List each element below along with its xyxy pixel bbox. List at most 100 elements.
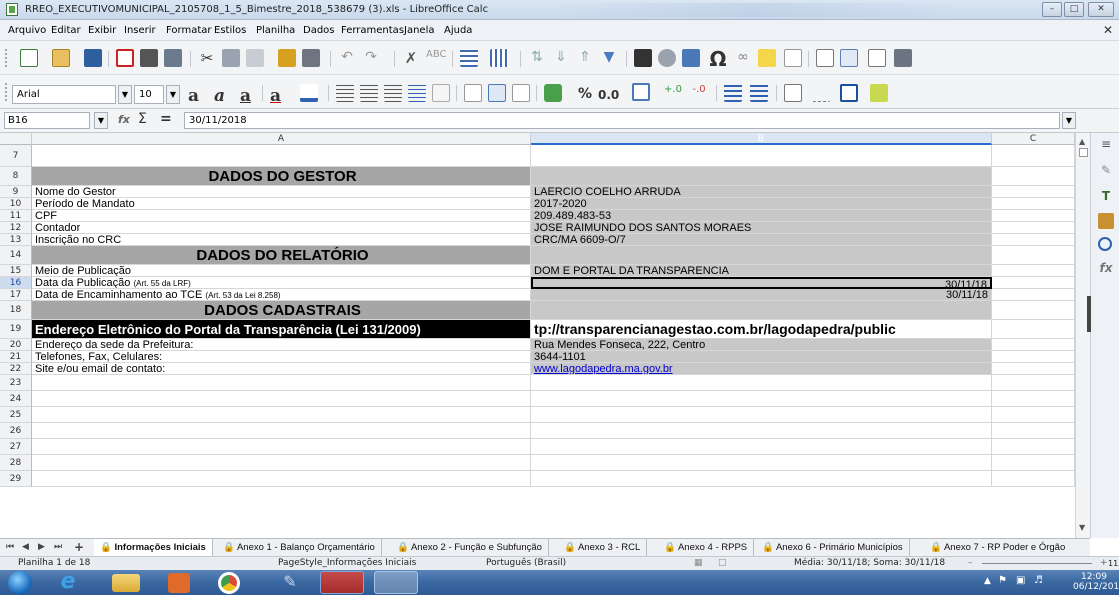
scroll-down-icon[interactable]: ▼ (1079, 523, 1085, 532)
cell-a[interactable]: DADOS DO RELATÓRIO (32, 246, 531, 265)
copy-icon[interactable] (222, 49, 240, 67)
last-sheet-icon[interactable]: ⏭ (54, 542, 62, 552)
cell-b[interactable] (531, 423, 992, 439)
cell-a[interactable]: Data de Encaminhamento ao TCE (Art. 53 d… (32, 289, 531, 301)
menu-estilos[interactable]: Estilos (214, 25, 246, 36)
prev-sheet-icon[interactable]: ◀ (22, 542, 29, 552)
cell-b[interactable] (531, 407, 992, 423)
add-sheet-icon[interactable]: + (74, 540, 84, 554)
row-header[interactable]: 7 (0, 145, 32, 167)
row-header[interactable]: 29 (0, 471, 32, 487)
split-window-icon[interactable] (868, 49, 886, 67)
background-color-icon[interactable] (300, 84, 318, 102)
row-header[interactable]: 25 (0, 407, 32, 423)
scroll-up-icon[interactable]: ▲ (1079, 137, 1085, 146)
cell-a[interactable]: Telefones, Fax, Celulares: (32, 351, 531, 363)
row-header[interactable]: 8 (0, 167, 32, 186)
cell-c[interactable] (992, 289, 1075, 301)
sidebar-tools-icon[interactable]: ✎ (1098, 163, 1114, 179)
file-explorer-icon[interactable] (112, 574, 140, 592)
cell-c[interactable] (992, 471, 1075, 487)
row-header[interactable]: 23 (0, 375, 32, 391)
sidebar-menu-icon[interactable]: ≡ (1098, 137, 1114, 153)
align-top-icon[interactable] (464, 84, 482, 102)
zoom-in-icon[interactable]: + (1100, 558, 1108, 568)
row-header[interactable]: 11 (0, 210, 32, 222)
cell-b[interactable]: DOM E PORTAL DA TRANSPARENCIA (531, 265, 992, 277)
cell-c[interactable] (992, 222, 1075, 234)
sheet-tab-anexo-2[interactable]: 🔒 Anexo 2 - Função e Subfunção (391, 539, 549, 556)
scroll-thumb[interactable] (1079, 148, 1088, 157)
row-header[interactable]: 19 (0, 320, 32, 339)
selection-mode-icon[interactable]: ▦ (694, 558, 703, 568)
column-header-b[interactable]: B (531, 133, 992, 145)
show-draw-functions-icon[interactable] (894, 49, 912, 67)
menu-editar[interactable]: Editar (51, 25, 81, 36)
cell-b[interactable]: 2017-2020 (531, 198, 992, 210)
cell-b[interactable] (531, 391, 992, 407)
cell-b[interactable]: tp://transparencianagestao.com.br/lagoda… (531, 320, 992, 339)
chrome-icon[interactable] (218, 572, 240, 594)
print-icon[interactable] (140, 49, 158, 67)
cell-a[interactable] (32, 375, 531, 391)
cell-c[interactable] (992, 363, 1075, 375)
special-character-icon[interactable]: Ω (708, 47, 728, 71)
cell-c[interactable] (992, 391, 1075, 407)
name-box-dropdown-icon[interactable]: ▼ (94, 112, 108, 129)
hyperlink-icon[interactable]: ∞ (734, 49, 752, 67)
minimize-button[interactable]: – (1042, 2, 1062, 17)
cell-b[interactable]: 209.489.483-53 (531, 210, 992, 222)
font-color-icon[interactable]: a (270, 86, 281, 106)
cell-c[interactable] (992, 439, 1075, 455)
font-size-box[interactable]: 10 (134, 85, 164, 104)
row-header[interactable]: 14 (0, 246, 32, 265)
cell-b[interactable] (531, 167, 992, 186)
cell-a[interactable]: Nome do Gestor (32, 186, 531, 198)
align-right-icon[interactable] (384, 84, 402, 102)
add-decimal-place-icon[interactable]: +.0 (664, 84, 682, 102)
cell-c[interactable] (992, 351, 1075, 363)
cell-c[interactable] (992, 265, 1075, 277)
sum-icon[interactable]: Σ (138, 111, 147, 127)
font-name-box[interactable]: Arial (12, 85, 116, 104)
redo-icon[interactable]: ↷ (362, 49, 380, 67)
cell-c[interactable] (992, 234, 1075, 246)
cell-a[interactable] (32, 439, 531, 455)
headers-footers-icon[interactable] (784, 49, 802, 67)
row-header[interactable]: 20 (0, 339, 32, 351)
cell-b[interactable] (531, 375, 992, 391)
cell-b[interactable]: CRC/MA 6609-O/7 (531, 234, 992, 246)
cell-a[interactable] (32, 455, 531, 471)
row-header[interactable]: 12 (0, 222, 32, 234)
function-wizard-icon[interactable]: fx (118, 113, 130, 126)
cell-b[interactable]: www.lagodapedra.ma.gov.br (531, 363, 992, 375)
insert-image-icon[interactable] (634, 49, 652, 67)
name-box[interactable]: B16 (4, 112, 90, 129)
bold-icon[interactable]: a (188, 86, 199, 106)
row-header[interactable]: 26 (0, 423, 32, 439)
cell-c[interactable] (992, 277, 1075, 289)
cell-b[interactable]: 30/11/18 (531, 289, 992, 301)
save-icon[interactable] (84, 49, 102, 67)
row-header[interactable]: 28 (0, 455, 32, 471)
sidebar-styles-icon[interactable] (1098, 213, 1114, 229)
next-sheet-icon[interactable]: ▶ (38, 542, 45, 552)
cell-a[interactable] (32, 471, 531, 487)
sort-ascending-icon[interactable]: ⇓ (552, 49, 570, 67)
new-icon[interactable] (20, 49, 38, 67)
sheet-tab-anexo-6[interactable]: 🔒 Anexo 6 - Primário Municípios (756, 539, 910, 556)
open-icon[interactable] (52, 49, 70, 67)
menu-formatar[interactable]: Formatar (166, 25, 211, 36)
delete-decimal-place-icon[interactable]: -.0 (690, 84, 708, 102)
zoom-out-icon[interactable]: – (968, 558, 973, 568)
zoom-level[interactable]: 115% (1108, 559, 1119, 568)
sidebar-properties-icon[interactable]: T (1098, 189, 1114, 205)
sidebar-navigator-icon[interactable] (1098, 237, 1112, 251)
vertical-scrollbar[interactable]: ▲ ▼ (1075, 133, 1090, 538)
cell-c[interactable] (992, 407, 1075, 423)
menu-ferramentas[interactable]: Ferramentas (341, 25, 404, 36)
cell-c[interactable] (992, 375, 1075, 391)
clear-formatting-icon[interactable] (302, 49, 320, 67)
menu-janela[interactable]: Janela (404, 25, 434, 36)
first-sheet-icon[interactable]: ⏮ (6, 542, 14, 552)
